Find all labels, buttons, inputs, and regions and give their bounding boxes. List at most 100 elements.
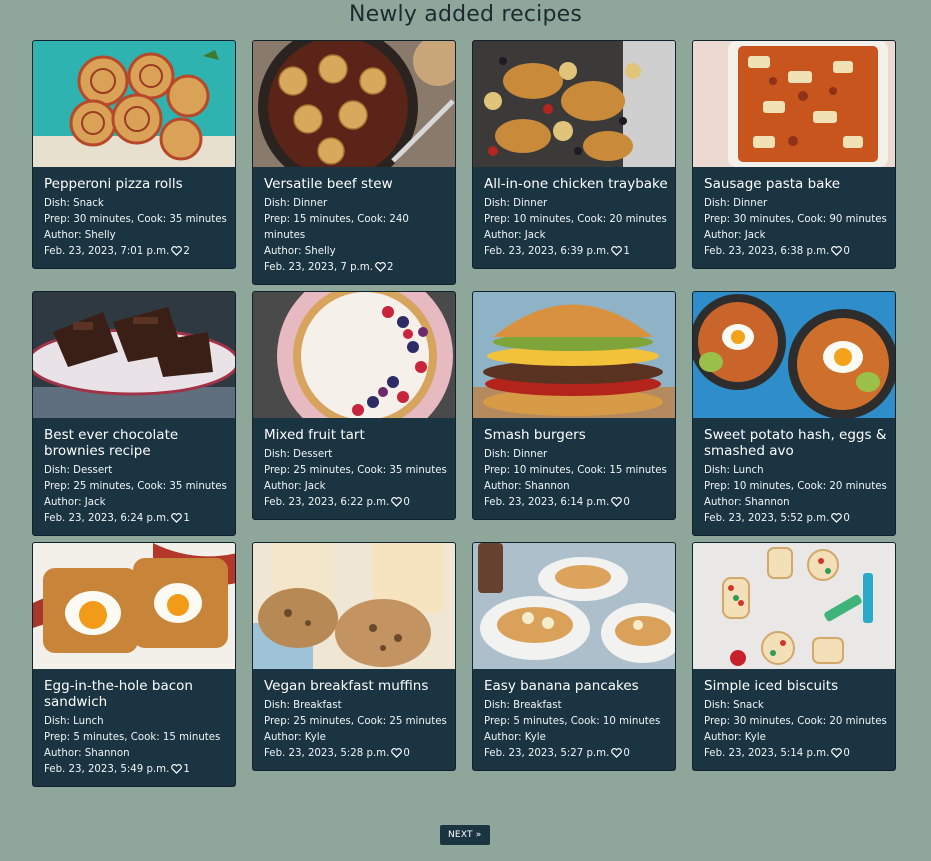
likes[interactable]: 1 <box>169 513 190 524</box>
heart-outline-icon <box>391 497 403 507</box>
recipe-dish: Dish: Snack <box>704 700 764 711</box>
recipe-title[interactable]: All-in-one chicken traybake <box>484 176 669 192</box>
recipe-author: Author: Kyle <box>484 732 546 743</box>
heart-outline-icon <box>171 764 183 774</box>
egg-sandwich-photo[interactable] <box>33 543 235 669</box>
recipe-date: Feb. 23, 2023, 6:24 p.m. <box>44 513 170 524</box>
recipe-author: Author: Shannon <box>44 748 130 759</box>
recipe-author: Author: Jack <box>44 497 106 508</box>
heart-outline-icon <box>611 748 623 758</box>
recipe-title[interactable]: Versatile beef stew <box>264 176 449 192</box>
recipe-date: Feb. 23, 2023, 6:14 p.m. <box>484 497 610 508</box>
recipe-author: Author: Shannon <box>704 497 790 508</box>
recipe-card[interactable]: Vegan breakfast muffins Dish: Breakfast … <box>252 542 456 771</box>
recipe-card[interactable]: Simple iced biscuits Dish: Snack Prep: 3… <box>692 542 896 771</box>
recipe-prep: Prep: 30 minutes, Cook: 35 minutes <box>44 214 227 225</box>
recipe-date: Feb. 23, 2023, 7:01 p.m. <box>44 246 170 257</box>
recipe-dish: Dish: Dinner <box>704 198 768 209</box>
recipe-prep: Prep: 25 minutes, Cook: 35 minutes <box>264 465 447 476</box>
pasta-bake-photo[interactable] <box>693 41 895 167</box>
fruit-tart-photo[interactable] <box>253 292 455 418</box>
burger-photo[interactable] <box>473 292 675 418</box>
likes[interactable]: 1 <box>609 246 630 257</box>
recipe-date-row: Feb. 23, 2023, 5:28 p.m. 0 <box>264 746 449 762</box>
recipe-title[interactable]: Pepperoni pizza rolls <box>44 176 229 192</box>
recipe-prep: Prep: 30 minutes, Cook: 90 minutes <box>704 214 887 225</box>
recipe-dish: Dish: Lunch <box>704 465 764 476</box>
recipe-author: Author: Shannon <box>484 481 570 492</box>
recipe-date: Feb. 23, 2023, 6:22 p.m. <box>264 497 390 508</box>
recipe-date-row: Feb. 23, 2023, 6:24 p.m. 1 <box>44 511 229 527</box>
recipe-prep: Prep: 5 minutes, Cook: 10 minutes <box>484 716 661 727</box>
recipe-date-row: Feb. 23, 2023, 6:14 p.m. 0 <box>484 495 669 511</box>
recipe-card[interactable]: Mixed fruit tart Dish: Dessert Prep: 25 … <box>252 291 456 520</box>
recipe-dish: Dish: Dinner <box>484 449 548 460</box>
recipe-prep: Prep: 25 minutes, Cook: 25 minutes <box>264 716 447 727</box>
recipe-title[interactable]: Vegan breakfast muffins <box>264 678 449 694</box>
likes[interactable]: 1 <box>169 764 190 775</box>
likes[interactable]: 0 <box>829 748 850 759</box>
pizza-rolls-photo[interactable] <box>33 41 235 167</box>
like-count: 2 <box>386 262 394 273</box>
likes[interactable]: 0 <box>609 497 630 508</box>
recipe-date: Feb. 23, 2023, 5:52 p.m. <box>704 513 830 524</box>
recipe-title[interactable]: Best ever chocolate brownies recipe <box>44 427 229 459</box>
like-count: 0 <box>623 748 630 759</box>
recipe-prep: Prep: 10 minutes, Cook: 20 minutes <box>704 481 887 492</box>
potato-hash-photo[interactable] <box>693 292 895 418</box>
biscuits-photo[interactable] <box>693 543 895 669</box>
likes[interactable]: 0 <box>829 246 850 257</box>
recipe-title[interactable]: Egg-in-the-hole bacon sandwich <box>44 678 229 710</box>
recipe-title[interactable]: Sausage pasta bake <box>704 176 889 192</box>
recipe-card[interactable]: Pepperoni pizza rolls Dish: Snack Prep: … <box>32 40 236 269</box>
likes[interactable]: 2 <box>373 262 393 273</box>
recipe-title[interactable]: Smash burgers <box>484 427 669 443</box>
recipe-date: Feb. 23, 2023, 5:14 p.m. <box>704 748 830 759</box>
recipe-date: Feb. 23, 2023, 5:49 p.m. <box>44 764 170 775</box>
next-page-button[interactable]: NEXT » <box>440 825 490 845</box>
recipe-prep: Prep: 15 minutes, Cook: 240 minutes <box>264 214 409 241</box>
like-count: 0 <box>403 497 410 508</box>
recipe-card[interactable]: Easy banana pancakes Dish: Breakfast Pre… <box>472 542 676 771</box>
beef-stew-photo[interactable] <box>253 41 455 167</box>
like-count: 0 <box>843 246 850 257</box>
like-count: 1 <box>183 764 190 775</box>
heart-outline-icon <box>831 513 843 523</box>
recipe-title[interactable]: Sweet potato hash, eggs & smashed avo <box>704 427 889 459</box>
recipe-title[interactable]: Easy banana pancakes <box>484 678 669 694</box>
like-count: 2 <box>183 246 190 257</box>
recipe-dish: Dish: Breakfast <box>484 700 562 711</box>
recipe-date: Feb. 23, 2023, 5:27 p.m. <box>484 748 610 759</box>
recipe-date-row: Feb. 23, 2023, 6:39 p.m. 1 <box>484 244 669 260</box>
likes[interactable]: 0 <box>829 513 850 524</box>
recipe-date-row: Feb. 23, 2023, 5:52 p.m. 0 <box>704 511 889 527</box>
recipe-card[interactable]: Best ever chocolate brownies recipe Dish… <box>32 291 236 536</box>
chicken-traybake-photo[interactable] <box>473 41 675 167</box>
brownies-photo[interactable] <box>33 292 235 418</box>
like-count: 0 <box>843 748 850 759</box>
like-count: 1 <box>623 246 630 257</box>
recipe-card[interactable]: Sweet potato hash, eggs & smashed avo Di… <box>692 291 896 536</box>
recipe-card[interactable]: Versatile beef stew Dish: Dinner Prep: 1… <box>252 40 456 285</box>
recipe-prep: Prep: 10 minutes, Cook: 20 minutes <box>484 214 667 225</box>
pancakes-photo[interactable] <box>473 543 675 669</box>
recipe-card[interactable]: Sausage pasta bake Dish: Dinner Prep: 30… <box>692 40 896 269</box>
recipe-card[interactable]: All-in-one chicken traybake Dish: Dinner… <box>472 40 676 269</box>
recipe-title[interactable]: Simple iced biscuits <box>704 678 889 694</box>
recipe-card[interactable]: Egg-in-the-hole bacon sandwich Dish: Lun… <box>32 542 236 787</box>
recipe-title[interactable]: Mixed fruit tart <box>264 427 449 443</box>
likes[interactable]: 0 <box>389 497 410 508</box>
like-count: 1 <box>183 513 190 524</box>
recipe-prep: Prep: 5 minutes, Cook: 15 minutes <box>44 732 221 743</box>
recipe-prep: Prep: 10 minutes, Cook: 15 minutes <box>484 465 667 476</box>
recipe-date: Feb. 23, 2023, 6:39 p.m. <box>484 246 610 257</box>
recipe-card[interactable]: Smash burgers Dish: Dinner Prep: 10 minu… <box>472 291 676 520</box>
muffins-photo[interactable] <box>253 543 455 669</box>
recipe-dish: Dish: Dinner <box>484 198 548 209</box>
likes[interactable]: 0 <box>609 748 630 759</box>
recipe-dish: Dish: Breakfast <box>264 700 342 711</box>
recipe-grid: Pepperoni pizza rolls Dish: Snack Prep: … <box>32 40 896 787</box>
likes[interactable]: 0 <box>389 748 410 759</box>
like-count: 0 <box>843 513 850 524</box>
likes[interactable]: 2 <box>169 246 190 257</box>
